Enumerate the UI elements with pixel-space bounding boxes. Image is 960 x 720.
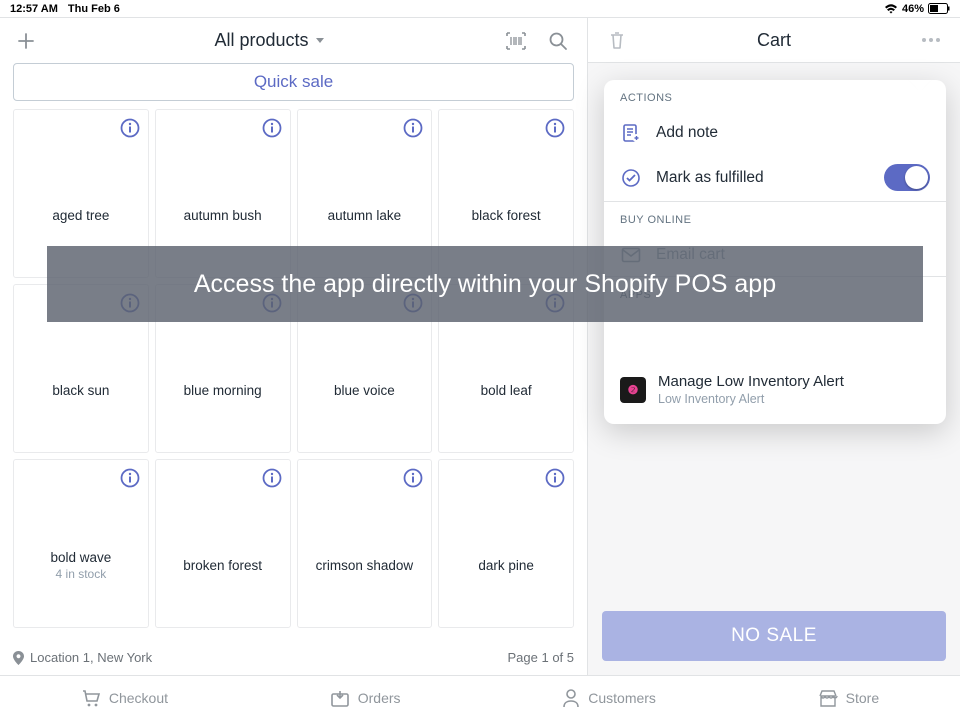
battery-percentage: 46%: [902, 3, 924, 15]
info-icon[interactable]: [262, 118, 282, 138]
mark-fulfilled-row[interactable]: Mark as fulfilled: [604, 154, 946, 201]
product-grid: aged tree autumn bush autumn lake black …: [0, 109, 587, 640]
status-bar: 12:57 AM Thu Feb 6 46%: [0, 0, 960, 17]
products-title: All products: [214, 30, 308, 51]
inbox-icon: [330, 689, 350, 707]
location-label[interactable]: Location 1, New York: [30, 650, 152, 665]
trash-button[interactable]: [600, 23, 634, 57]
more-button[interactable]: [914, 23, 948, 57]
wifi-icon: [884, 4, 898, 14]
products-footer: Location 1, New York Page 1 of 5: [0, 640, 587, 675]
status-time: 12:57 AM: [10, 3, 58, 15]
info-icon[interactable]: [403, 118, 423, 138]
product-tile[interactable]: broken forest: [155, 459, 291, 628]
tab-checkout[interactable]: Checkout: [81, 689, 168, 707]
tab-customers[interactable]: Customers: [562, 688, 656, 708]
tab-store[interactable]: Store: [818, 689, 879, 707]
products-title-dropdown[interactable]: All products: [48, 30, 491, 51]
mark-fulfilled-label: Mark as fulfilled: [656, 169, 764, 187]
no-sale-button[interactable]: NO SALE: [602, 611, 946, 661]
products-pane: All products Quick sale aged tree autumn…: [0, 18, 588, 675]
tab-orders[interactable]: Orders: [330, 689, 401, 707]
location-pin-icon: [13, 651, 24, 665]
product-tile[interactable]: bold wave4 in stock: [13, 459, 149, 628]
app-row-subtitle: Low Inventory Alert: [658, 392, 844, 406]
info-icon[interactable]: [403, 468, 423, 488]
cart-title: Cart: [634, 30, 914, 51]
chevron-down-icon: [315, 37, 325, 45]
add-note-row[interactable]: Add note: [604, 112, 946, 154]
barcode-button[interactable]: [499, 24, 533, 58]
info-icon[interactable]: [120, 118, 140, 138]
cart-pane: Cart ACTIONS Add note Mark as fulfilled …: [588, 18, 960, 675]
battery-icon: [928, 3, 950, 14]
app-icon: ❷: [620, 377, 646, 403]
bottom-tab-bar: Checkout Orders Customers Store: [0, 675, 960, 720]
promo-banner: Access the app directly within your Shop…: [47, 246, 923, 322]
info-icon[interactable]: [262, 468, 282, 488]
actions-section-label: ACTIONS: [604, 80, 946, 112]
add-note-label: Add note: [656, 124, 718, 142]
info-icon[interactable]: [120, 468, 140, 488]
products-header: All products: [0, 18, 587, 63]
product-tile[interactable]: crimson shadow: [297, 459, 433, 628]
person-icon: [562, 688, 580, 708]
note-add-icon: [620, 122, 642, 144]
app-row[interactable]: ❷ Manage Low Inventory Alert Low Invento…: [604, 359, 946, 424]
status-date: Thu Feb 6: [68, 3, 120, 15]
quick-sale-button[interactable]: Quick sale: [13, 63, 574, 101]
check-circle-icon: [620, 167, 642, 189]
add-button[interactable]: [12, 27, 40, 55]
cart-icon: [81, 689, 101, 707]
product-tile[interactable]: dark pine: [438, 459, 574, 628]
info-icon[interactable]: [545, 118, 565, 138]
buy-online-section-label: BUY ONLINE: [604, 202, 946, 234]
cart-header: Cart: [588, 18, 960, 63]
page-indicator: Page 1 of 5: [508, 650, 575, 665]
mark-fulfilled-toggle[interactable]: [884, 164, 930, 191]
search-button[interactable]: [541, 24, 575, 58]
app-row-title: Manage Low Inventory Alert: [658, 373, 844, 390]
info-icon[interactable]: [545, 468, 565, 488]
store-icon: [818, 689, 838, 707]
